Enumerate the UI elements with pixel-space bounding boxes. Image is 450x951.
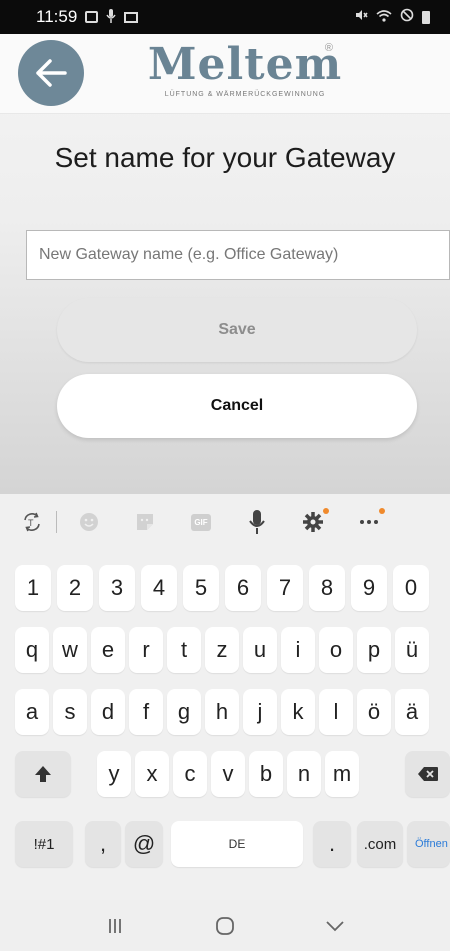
meltem-logo: Meltem LÜFTUNG & WÄRMERÜCKGEWINNUNG ® [145, 40, 345, 104]
logo-text: Meltem [147, 39, 343, 90]
registered-mark: ® [324, 42, 333, 54]
backspace-key[interactable] [405, 751, 450, 797]
wifi-icon [376, 7, 392, 27]
shift-key[interactable] [15, 751, 71, 797]
cancel-button[interactable]: Cancel [57, 374, 417, 438]
key-g[interactable]: g [167, 689, 201, 735]
key-v[interactable]: v [211, 751, 245, 797]
toolbar-divider [56, 511, 57, 533]
key-oe[interactable]: ö [357, 689, 391, 735]
key-6[interactable]: 6 [225, 565, 261, 611]
key-u[interactable]: u [243, 627, 277, 673]
svg-text:T: T [28, 518, 34, 528]
no-disturb-icon [400, 7, 414, 27]
key-3[interactable]: 3 [99, 565, 135, 611]
key-a[interactable]: a [15, 689, 49, 735]
key-7[interactable]: 7 [267, 565, 303, 611]
key-r[interactable]: r [129, 627, 163, 673]
key-i[interactable]: i [281, 627, 315, 673]
mute-icon [354, 7, 368, 27]
gif-label: GIF [191, 513, 211, 531]
key-f[interactable]: f [129, 689, 163, 735]
key-y[interactable]: y [97, 751, 131, 797]
key-8[interactable]: 8 [309, 565, 345, 611]
page-title: Set name for your Gateway [54, 142, 396, 173]
key-m[interactable]: m [325, 751, 359, 797]
key-d[interactable]: d [91, 689, 125, 735]
save-button[interactable]: Save [57, 298, 417, 362]
open-key[interactable]: Öffnen [407, 821, 450, 867]
arrow-left-icon [36, 59, 67, 87]
back-chevron-icon [326, 920, 344, 931]
status-time: 11:59 [36, 7, 78, 26]
key-p[interactable]: p [357, 627, 391, 673]
key-2[interactable]: 2 [57, 565, 93, 611]
key-l[interactable]: l [319, 689, 353, 735]
translate-icon[interactable]: T [12, 502, 52, 542]
more-icon[interactable] [341, 502, 397, 542]
microphone-icon[interactable] [229, 502, 285, 542]
home-icon [216, 916, 234, 935]
key-q[interactable]: q [15, 627, 49, 673]
key-ue[interactable]: ü [395, 627, 429, 673]
microphone-icon [106, 8, 116, 26]
system-nav-bar [0, 900, 450, 951]
key-w[interactable]: w [53, 627, 87, 673]
key-e[interactable]: e [91, 627, 125, 673]
key-0[interactable]: 0 [393, 565, 429, 611]
key-9[interactable]: 9 [351, 565, 387, 611]
mail-icon [124, 11, 139, 23]
key-j[interactable]: j [243, 689, 277, 735]
key-z[interactable]: z [205, 627, 239, 673]
key-ae[interactable]: ä [395, 689, 429, 735]
back-button[interactable] [18, 40, 84, 106]
key-t[interactable]: t [167, 627, 201, 673]
on-screen-keyboard: T GIF 1 2 3 4 5 6 7 8 9 0 q w e r t z u … [0, 494, 450, 951]
backspace-icon [417, 767, 438, 781]
key-h[interactable]: h [205, 689, 239, 735]
image-icon [85, 11, 99, 23]
key-4[interactable]: 4 [141, 565, 177, 611]
home-button[interactable] [205, 915, 245, 937]
period-key[interactable]: . [313, 821, 351, 867]
recent-apps-icon [109, 918, 121, 933]
back-nav-button[interactable] [315, 920, 355, 932]
key-n[interactable]: n [287, 751, 321, 797]
key-s[interactable]: s [53, 689, 87, 735]
key-1[interactable]: 1 [15, 565, 51, 611]
sticker-icon[interactable] [117, 502, 173, 542]
at-key[interactable]: @ [125, 821, 163, 867]
key-o[interactable]: o [319, 627, 353, 673]
emoji-icon[interactable] [61, 502, 117, 542]
recent-apps-button[interactable] [95, 917, 135, 935]
dotcom-key[interactable]: .com [357, 821, 403, 867]
settings-icon[interactable] [285, 502, 341, 542]
symbols-key[interactable]: !#1 [15, 821, 73, 867]
key-b[interactable]: b [249, 751, 283, 797]
app-header: Meltem LÜFTUNG & WÄRMERÜCKGEWINNUNG ® [0, 34, 450, 114]
key-c[interactable]: c [173, 751, 207, 797]
shift-arrow-icon [35, 766, 51, 782]
battery-icon [422, 10, 430, 24]
gateway-name-input[interactable] [26, 230, 450, 280]
status-bar: 11:59 [0, 0, 450, 34]
comma-key[interactable]: , [85, 821, 121, 867]
key-5[interactable]: 5 [183, 565, 219, 611]
gif-icon[interactable]: GIF [173, 502, 229, 542]
keyboard-toolbar: T GIF [0, 494, 450, 550]
key-x[interactable]: x [135, 751, 169, 797]
key-k[interactable]: k [281, 689, 315, 735]
app-screen: Meltem LÜFTUNG & WÄRMERÜCKGEWINNUNG ® Se… [0, 34, 450, 494]
space-key[interactable]: DE [171, 821, 303, 867]
logo-tagline: LÜFTUNG & WÄRMERÜCKGEWINNUNG [164, 91, 326, 98]
